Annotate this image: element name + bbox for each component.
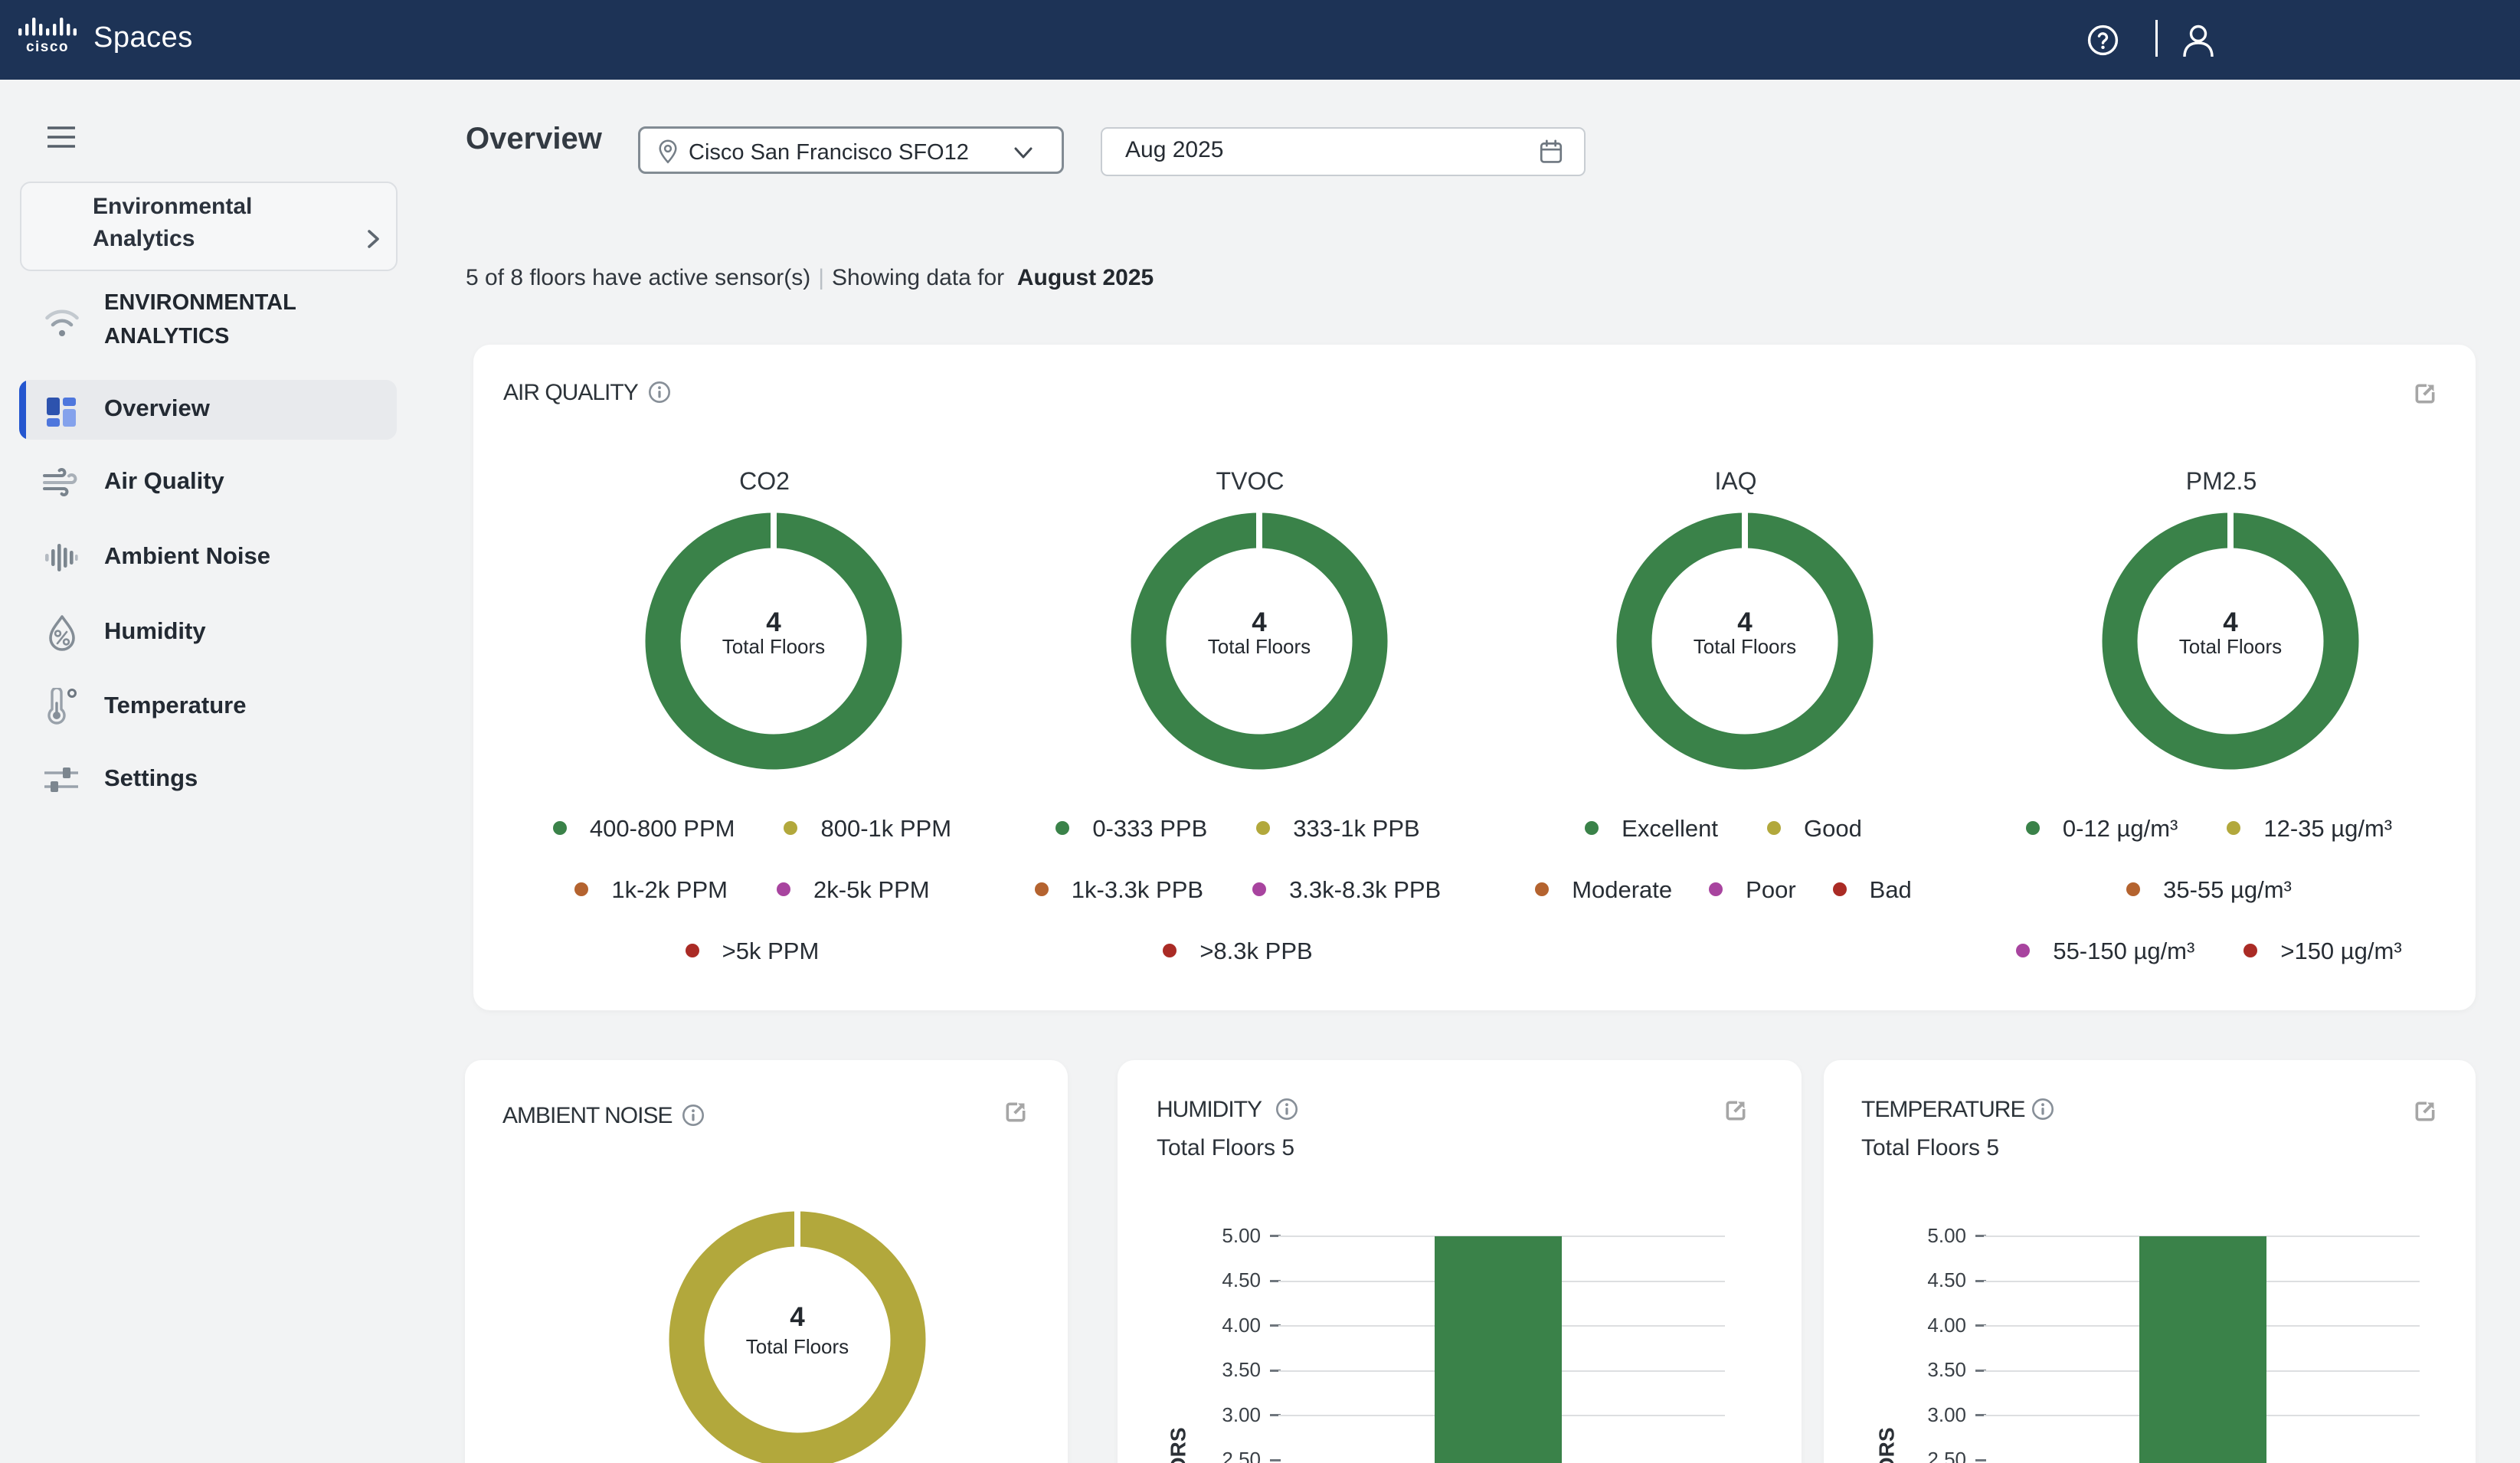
svg-text:cisco: cisco (26, 39, 69, 53)
